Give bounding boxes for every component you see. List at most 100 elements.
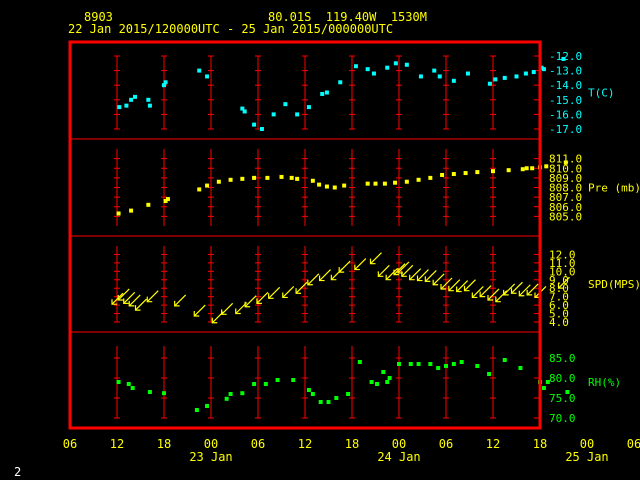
wind-arrow-mark: [354, 258, 367, 271]
humidity-data-point: [518, 366, 523, 370]
temperature-data-point: [324, 90, 329, 95]
wind-arrow-mark: [193, 304, 206, 317]
x-tick-label: 00: [204, 437, 218, 451]
pressure-data-point: [265, 175, 270, 180]
temperature-data-point: [465, 71, 470, 76]
pressure-data-point: [530, 166, 535, 171]
humidity-data-point: [310, 392, 315, 396]
wind-arrow-mark: [318, 269, 332, 282]
x-tick-label: 06: [439, 437, 453, 451]
wind-arrow-mark: [244, 295, 257, 308]
humidity-data-point: [444, 364, 448, 368]
wind-arrow-shaft: [511, 281, 523, 294]
humidity-data-point: [205, 404, 210, 408]
temperature-data-point: [252, 122, 257, 127]
pressure-data-point: [451, 172, 456, 177]
pressure-data-point: [393, 180, 398, 185]
wind-arrow-shaft: [117, 288, 130, 301]
temperature-data-point: [531, 70, 536, 75]
humidity-data-point: [306, 388, 311, 392]
humidity-data-point: [375, 382, 380, 386]
wind-arrow-mark: [146, 290, 159, 303]
x-day-label: 23 Jan: [189, 450, 232, 464]
humidity-data-point: [475, 364, 480, 368]
temperature-data-point: [523, 71, 528, 76]
x-tick-label: 06: [251, 437, 265, 451]
temperature-data-point: [393, 61, 398, 66]
wind-arrow-mark: [432, 273, 445, 286]
pressure-data-point: [240, 176, 245, 181]
wind-arrow-mark: [268, 286, 281, 299]
wind-arrow-mark: [134, 298, 147, 311]
wind-arrow-mark: [117, 288, 130, 301]
pressure-data-point: [382, 181, 387, 186]
wind-arrow-shaft: [256, 291, 269, 304]
wind-arrow-shaft: [193, 304, 206, 317]
pressure-data-point: [475, 170, 480, 175]
humidity-data-point: [291, 378, 296, 382]
humidity-data-point: [346, 392, 351, 396]
x-tick-label: 18: [345, 437, 359, 451]
wind-arrow-shaft: [338, 260, 351, 273]
humidity-data-point: [459, 360, 464, 364]
temperature-y-tick-label: -16.0: [549, 108, 582, 121]
x-tick-label: 18: [533, 437, 547, 451]
temperature-data-point: [487, 81, 492, 86]
wind-arrow-shaft: [174, 294, 187, 307]
x-tick-label: 00: [392, 437, 406, 451]
humidity-data-point: [541, 386, 546, 390]
pressure-y-tick-label: 811.0: [549, 153, 582, 166]
humidity-data-point: [334, 396, 339, 400]
wind-arrow-mark: [338, 260, 351, 273]
humidity-data-point: [451, 362, 456, 366]
humidity-panel-label: RH(%): [588, 376, 621, 389]
temperature-data-point: [451, 78, 456, 83]
temperature-y-tick-label: -17.0: [549, 123, 582, 136]
humidity-data-point: [228, 392, 233, 396]
temperature-data-point: [353, 64, 358, 69]
pressure-data-point: [544, 164, 549, 169]
wind-arrow-mark: [448, 279, 461, 292]
wind-arrow-shaft: [417, 269, 429, 281]
humidity-data-point: [116, 380, 121, 384]
humidity-data-point: [252, 382, 257, 386]
wind-arrow-shaft: [268, 286, 281, 299]
pressure-data-point: [365, 181, 370, 186]
temperature-data-point: [124, 103, 129, 108]
pressure-data-point: [416, 177, 421, 182]
temperature-data-point: [338, 80, 343, 85]
wind-arrow-mark: [369, 252, 382, 265]
temperature-data-point: [205, 74, 210, 79]
x-tick-label: 18: [157, 437, 171, 451]
temperature-data-point: [365, 67, 370, 72]
x-tick-label: 06: [627, 437, 640, 451]
temperature-data-point: [493, 77, 498, 82]
pressure-data-point: [116, 211, 121, 216]
humidity-y-tick-label: 75.0: [549, 392, 576, 405]
temperature-data-point: [146, 97, 151, 102]
temperature-data-point: [514, 74, 519, 79]
pressure-data-point: [440, 172, 445, 177]
wind-arrow-mark: [416, 269, 429, 282]
pressure-data-point: [317, 182, 322, 187]
pressure-data-point: [373, 181, 378, 186]
x-tick-label: 06: [63, 437, 77, 451]
wind-arrow-mark: [282, 286, 295, 299]
wind-arrow-mark: [377, 264, 390, 277]
chart-marks: [111, 56, 570, 412]
temperature-data-point: [437, 74, 442, 79]
wind-arrow-shaft: [135, 298, 147, 311]
humidity-data-point: [130, 386, 135, 390]
page-number: 2: [14, 465, 22, 479]
humidity-data-point: [387, 376, 392, 380]
humidity-data-point: [326, 400, 331, 404]
wind-arrow-shaft: [370, 252, 382, 265]
temperature-data-point: [306, 105, 311, 110]
temperature-data-point: [271, 112, 276, 117]
temperature-data-point: [320, 91, 325, 96]
humidity-data-point: [436, 366, 441, 370]
temperature-data-point: [541, 67, 546, 72]
humidity-data-point: [275, 378, 280, 382]
temperature-data-point: [242, 109, 247, 114]
temperature-data-point: [259, 127, 264, 131]
